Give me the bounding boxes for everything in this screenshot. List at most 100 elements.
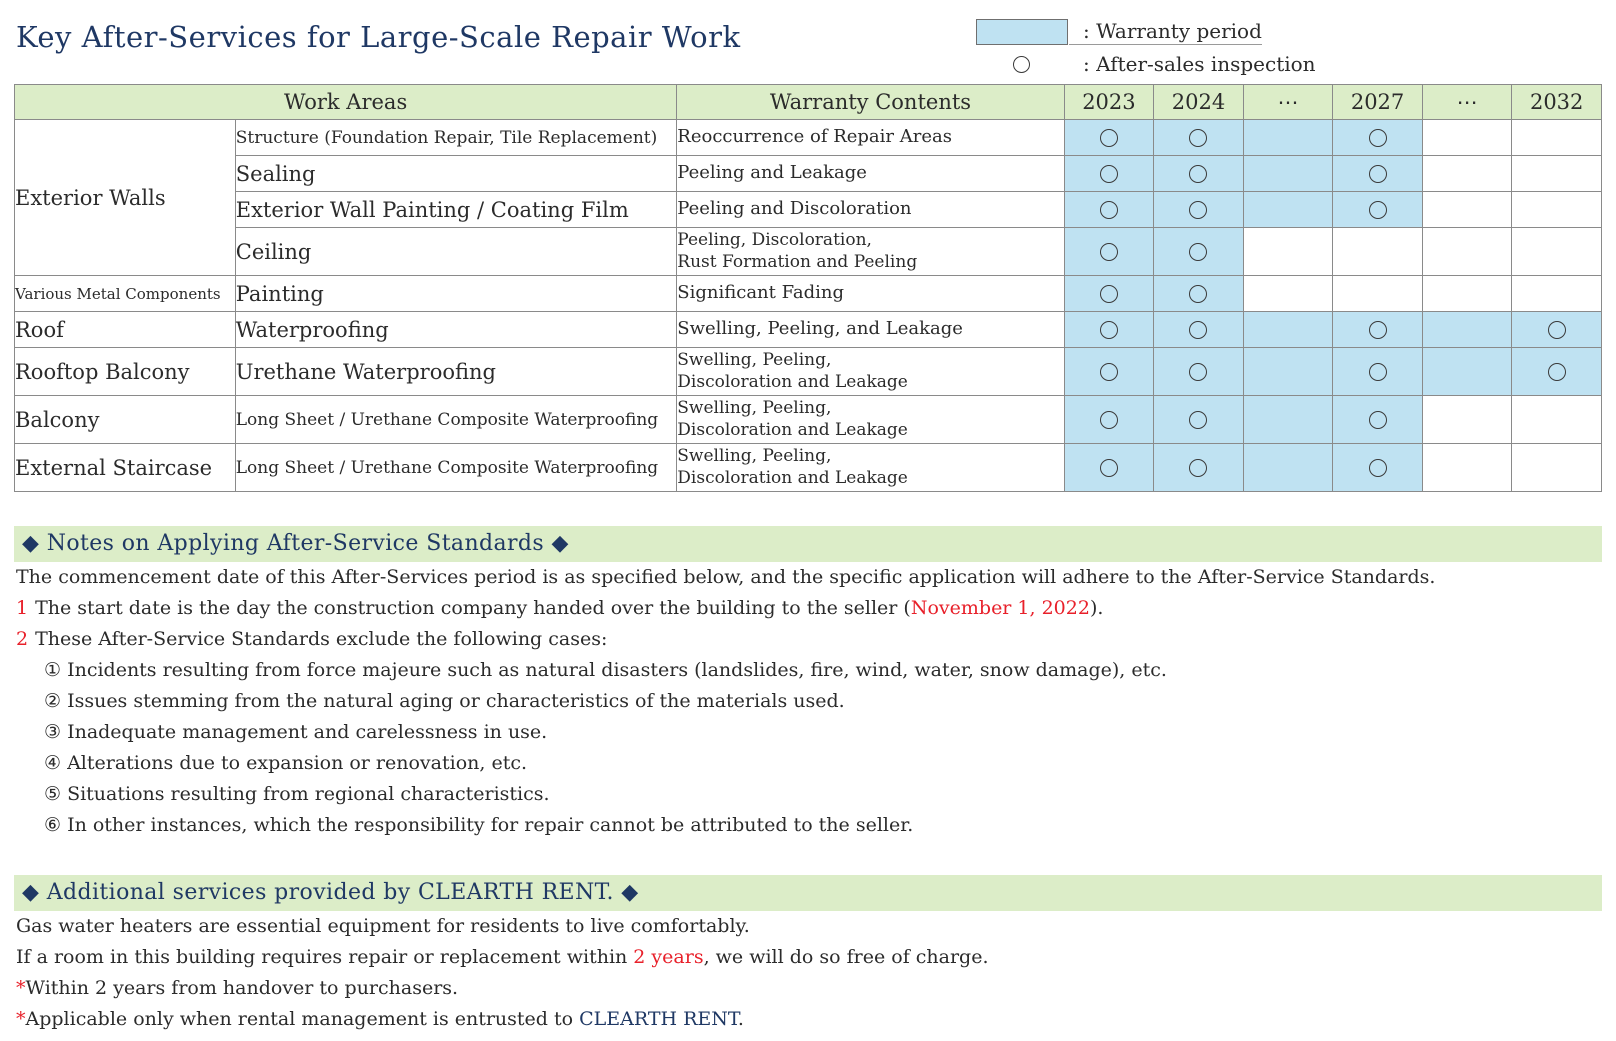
year-cell-2024 bbox=[1153, 395, 1244, 444]
inspection-circle-icon bbox=[1368, 321, 1387, 340]
year-cell-2024 bbox=[1153, 311, 1244, 348]
year-cell-ellipsis bbox=[1421, 155, 1513, 192]
inspection-circle-icon bbox=[1189, 363, 1208, 382]
year-cell-ellipsis bbox=[1242, 191, 1334, 228]
year-cell-ellipsis bbox=[1242, 275, 1334, 312]
legend: : Warranty period : After-sales inspecti… bbox=[974, 16, 1534, 80]
year-cell-2032 bbox=[1511, 275, 1602, 312]
document-page: Key After-Services for Large-Scale Repai… bbox=[0, 0, 1616, 1041]
table-body: Exterior Walls Structure (Foundation Repa… bbox=[14, 119, 1602, 492]
year-cell-ellipsis bbox=[1242, 227, 1334, 276]
additional-line-4-brand: CLEARTH RENT bbox=[579, 1008, 738, 1030]
additional-line-3-asterisk: * bbox=[16, 977, 26, 999]
work-area-cell: Balcony bbox=[14, 395, 236, 444]
warranty-contents-cell: Swelling, Peeling, Discoloration and Leak… bbox=[676, 443, 1065, 492]
inspection-circle-icon bbox=[1189, 165, 1208, 184]
notes-item-1: 1 The start date is the day the construct… bbox=[14, 593, 1602, 624]
year-cell-2032 bbox=[1511, 311, 1602, 348]
header-year-2023: 2023 bbox=[1063, 84, 1155, 120]
year-cell-2027 bbox=[1332, 311, 1423, 348]
additional-line-2-text-a: If a room in this building requires repa… bbox=[16, 946, 634, 968]
table-row: Ceiling Peeling, Discoloration, Rust Forma… bbox=[15, 227, 1602, 276]
header-work-areas: Work Areas bbox=[13, 84, 678, 120]
warranty-line-2: Discoloration and Leakage bbox=[677, 419, 908, 440]
header-year-2032: 2032 bbox=[1511, 84, 1602, 120]
warranty-line-2: Discoloration and Leakage bbox=[677, 467, 908, 488]
warranty-contents-cell: Swelling, Peeling, Discoloration and Leak… bbox=[676, 395, 1065, 444]
spacer-additional bbox=[14, 841, 1602, 875]
warranty-line-1: Swelling, Peeling, bbox=[677, 398, 832, 419]
table-header: Work Areas Warranty Contents 2023 2024 ⋯… bbox=[13, 84, 1602, 120]
warranty-contents-cell: Peeling, Discoloration, Rust Formation an… bbox=[676, 227, 1065, 276]
header-year-ellipsis-1: ⋯ bbox=[1242, 84, 1334, 120]
notes-item-2-text: These After-Service Standards exclude th… bbox=[35, 628, 608, 650]
table-row: Rooftop Balcony Urethane Waterproofing Swe… bbox=[14, 347, 1602, 396]
year-cell-2024 bbox=[1153, 155, 1244, 192]
work-subarea-cell: Long Sheet / Urethane Composite Waterpro… bbox=[234, 395, 678, 444]
table-row: Various Metal Components Painting Signific… bbox=[14, 275, 1602, 312]
inspection-circle-icon bbox=[1099, 321, 1118, 340]
year-cell-2023 bbox=[1063, 347, 1155, 396]
notes-intro: The commencement date of this After-Serv… bbox=[16, 566, 1436, 588]
year-cell-2024 bbox=[1153, 119, 1244, 156]
inspection-circle-icon bbox=[1099, 243, 1118, 262]
legend-swatch-wrap bbox=[974, 19, 1069, 45]
year-cell-2032 bbox=[1511, 191, 1602, 228]
work-subarea-cell: Long Sheet / Urethane Composite Waterpro… bbox=[234, 443, 678, 492]
work-area-cell: Various Metal Components bbox=[14, 275, 236, 312]
inspection-circle-icon bbox=[1099, 201, 1118, 220]
year-cell-2032 bbox=[1511, 347, 1602, 396]
work-area-cell: Exterior Walls bbox=[14, 119, 236, 276]
additional-line-2-text-b: , we will do so free of charge. bbox=[703, 946, 989, 968]
notes-section: ◆ Notes on Applying After-Service Standa… bbox=[14, 526, 1602, 841]
inspection-circle-icon bbox=[1189, 201, 1208, 220]
inspection-circle-icon bbox=[1099, 165, 1118, 184]
year-cell-2027 bbox=[1332, 275, 1423, 312]
inspection-circle-icon bbox=[1368, 411, 1387, 430]
additional-line-2-highlight: 2 years bbox=[633, 946, 704, 968]
inspection-circle-icon bbox=[1189, 243, 1208, 262]
warranty-line-1: Swelling, Peeling, and Leakage bbox=[677, 318, 963, 340]
page-header: Key After-Services for Large-Scale Repai… bbox=[14, 0, 1602, 84]
table-row: External Staircase Long Sheet / Urethane … bbox=[14, 443, 1602, 492]
inspection-circle-icon bbox=[1189, 411, 1208, 430]
work-subarea-cell: Ceiling bbox=[234, 227, 678, 276]
warranty-line-1: Peeling and Leakage bbox=[677, 162, 867, 184]
inspection-circle-icon bbox=[1099, 411, 1118, 430]
additional-line-4-text-b: . bbox=[737, 1008, 744, 1030]
spacer-notes bbox=[14, 492, 1602, 526]
notes-item-2-number: 2 bbox=[16, 628, 29, 650]
work-subarea-cell: Waterproofing bbox=[234, 311, 678, 348]
work-subarea-cell: Exterior Wall Painting / Coating Film bbox=[234, 191, 678, 228]
inspection-circle-icon bbox=[1368, 165, 1387, 184]
warranty-line-1: Swelling, Peeling, bbox=[677, 350, 832, 371]
warranty-period-swatch-icon bbox=[975, 19, 1068, 45]
inspection-circle-icon bbox=[1368, 459, 1387, 478]
year-cell-ellipsis bbox=[1242, 119, 1334, 156]
warranty-contents-cell: Reoccurrence of Repair Areas bbox=[676, 119, 1065, 156]
year-cell-ellipsis bbox=[1421, 311, 1513, 348]
additional-heading: ◆ Additional services provided by CLEART… bbox=[14, 875, 1602, 911]
notes-exclusion-item: ② Issues stemming from the natural aging… bbox=[44, 690, 845, 712]
additional-line-4: *Applicable only when rental management … bbox=[14, 1004, 1602, 1035]
notes-exclusion-item: ③ Inadequate management and carelessness… bbox=[44, 721, 548, 743]
year-cell-2027 bbox=[1332, 227, 1423, 276]
inspection-circle-icon bbox=[1368, 201, 1387, 220]
additional-line-1: Gas water heaters are essential equipmen… bbox=[16, 915, 750, 937]
header-warranty-contents: Warranty Contents bbox=[676, 84, 1065, 120]
year-cell-2023 bbox=[1063, 227, 1155, 276]
year-cell-ellipsis bbox=[1242, 311, 1334, 348]
year-cell-2024 bbox=[1153, 191, 1244, 228]
warranty-contents-cell: Peeling and Leakage bbox=[676, 155, 1065, 192]
year-cell-2032 bbox=[1511, 119, 1602, 156]
year-cell-2024 bbox=[1153, 275, 1244, 312]
inspection-circle-icon bbox=[1189, 321, 1208, 340]
legend-item-warranty-period: : Warranty period bbox=[974, 16, 1534, 48]
notes-exclusion-item: ① Incidents resulting from force majeure… bbox=[44, 659, 1167, 681]
warranty-line-1: Significant Fading bbox=[677, 282, 845, 304]
inspection-circle-icon bbox=[1099, 285, 1118, 304]
warranty-line-1: Reoccurrence of Repair Areas bbox=[677, 126, 952, 148]
warranty-line-2: Rust Formation and Peeling bbox=[677, 251, 918, 272]
year-cell-2024 bbox=[1153, 227, 1244, 276]
inspection-circle-icon bbox=[1189, 129, 1208, 148]
